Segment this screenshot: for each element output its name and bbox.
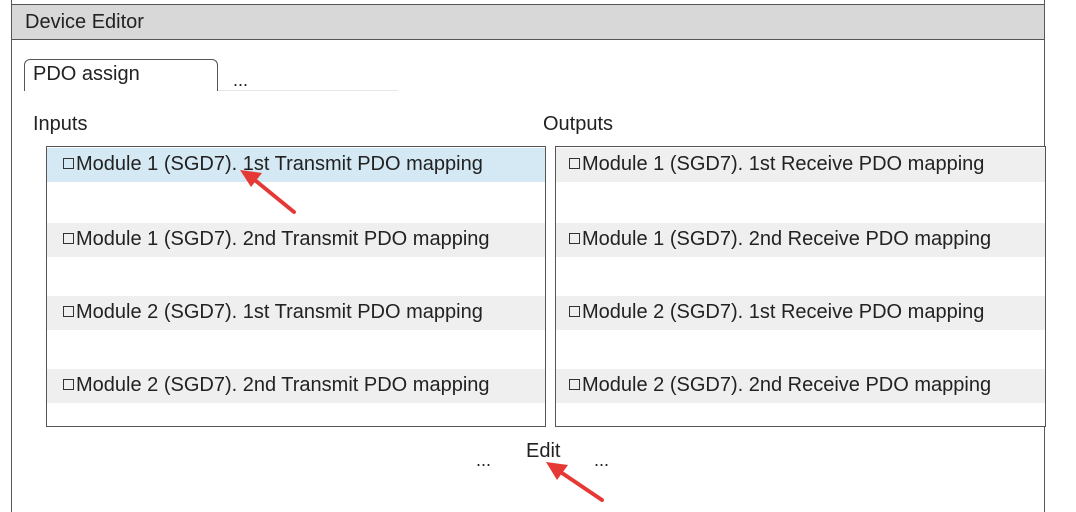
arrow-to-edit-icon <box>546 462 604 502</box>
annotation-arrows <box>240 170 604 502</box>
arrow-to-module-item-icon <box>240 170 296 214</box>
